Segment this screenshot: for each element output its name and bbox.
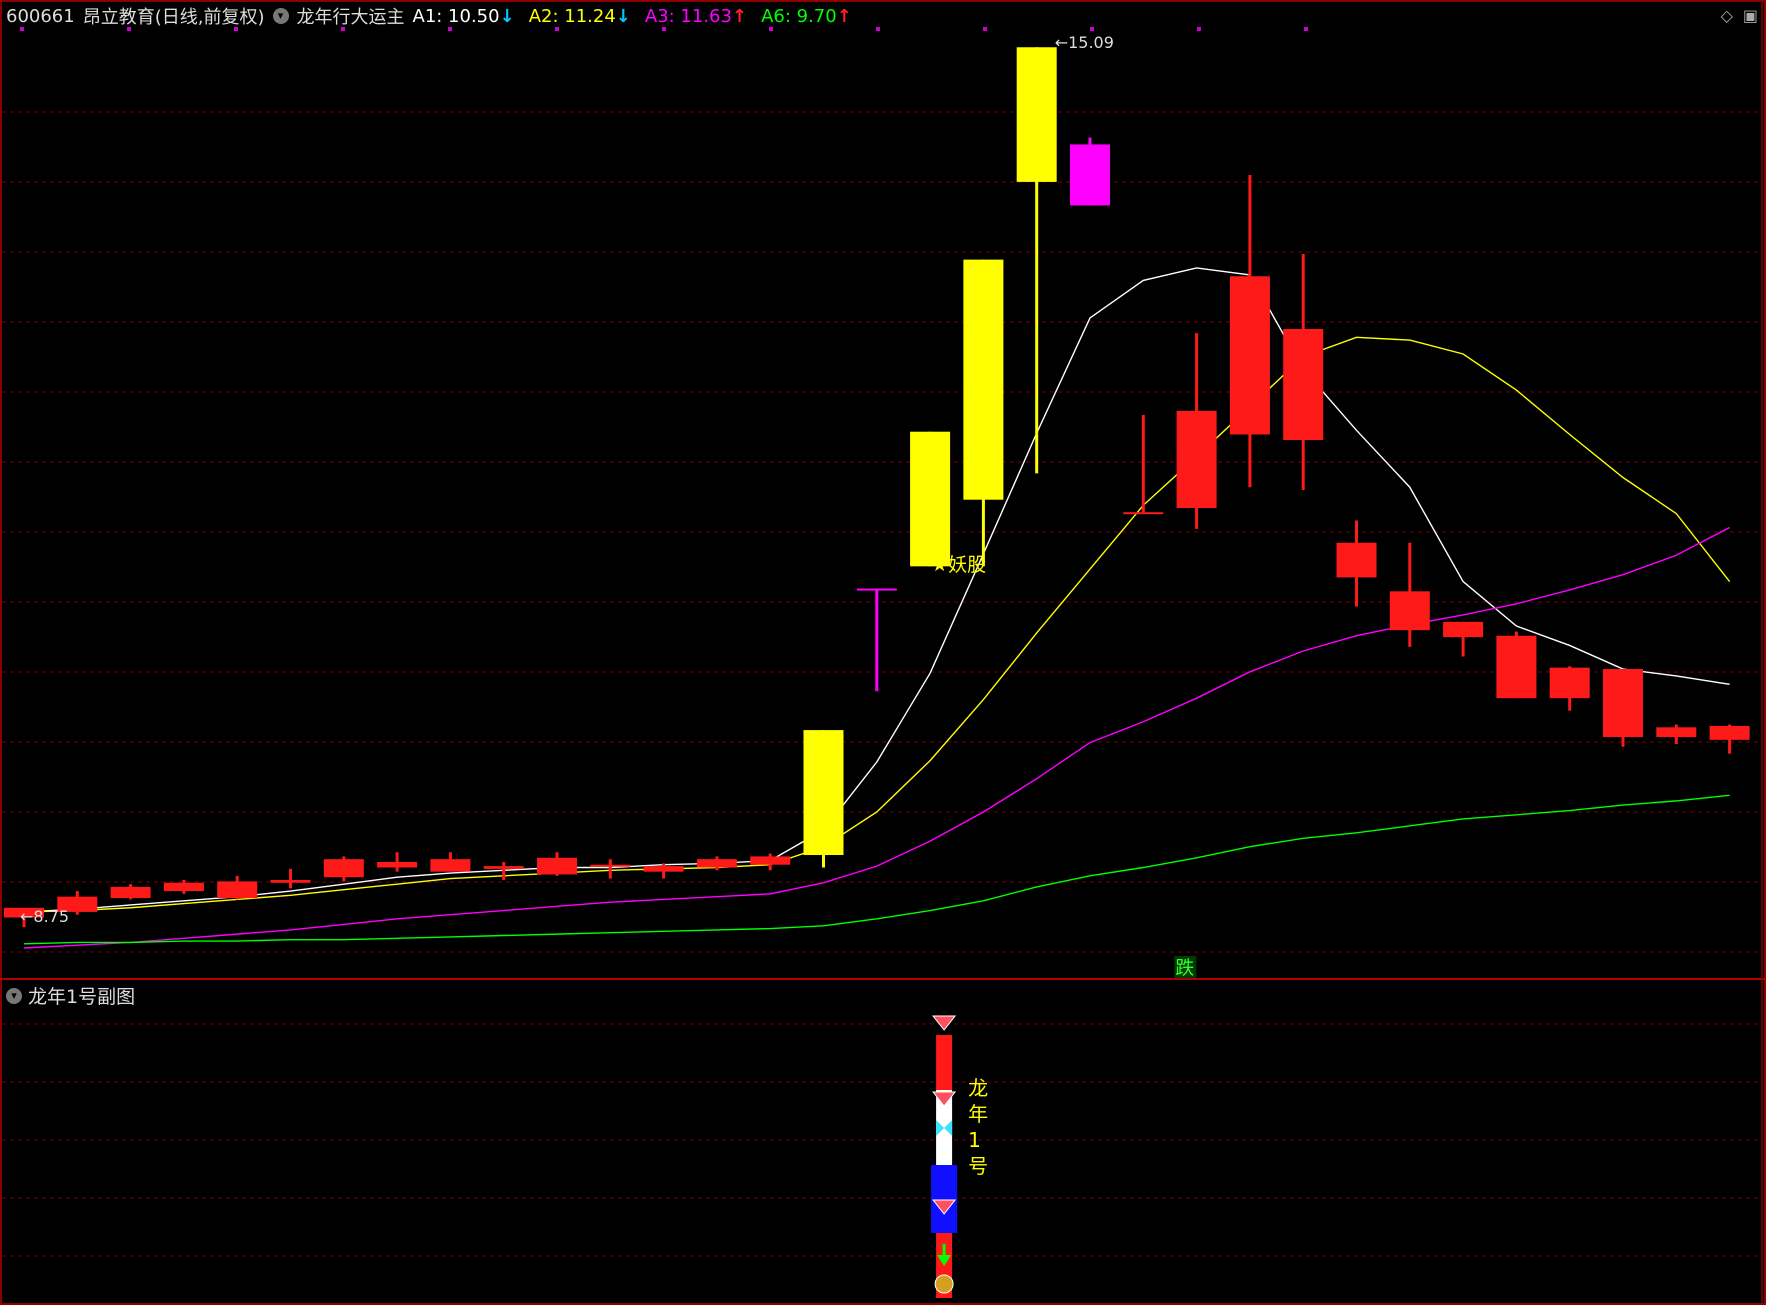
sub-vertical-label: 年 xyxy=(968,1102,988,1126)
candle-body xyxy=(1123,512,1164,515)
candle-body xyxy=(377,861,418,868)
maximize-icon[interactable]: ▣ xyxy=(1743,6,1758,25)
candle-body xyxy=(696,859,737,868)
window-controls: ◇ ▣ xyxy=(1721,6,1758,25)
sub-indicator-toggle-icon[interactable]: ▾ xyxy=(6,987,22,1004)
gem-icon xyxy=(932,1015,957,1031)
min-price-label: ←8.75 xyxy=(20,907,69,926)
sub-bar-red-top xyxy=(936,1035,953,1090)
marker-dot xyxy=(876,27,880,31)
candle-body xyxy=(803,730,844,856)
ma-line-a6 xyxy=(23,794,1730,945)
candle-body xyxy=(110,886,151,899)
candle-body xyxy=(430,859,471,872)
candle-body xyxy=(1016,47,1057,182)
indicator-name[interactable]: 龙年行大运主 xyxy=(297,3,405,29)
indicator-toggle-icon[interactable]: ▾ xyxy=(272,8,289,24)
arrow-up-icon: ↑ xyxy=(836,5,852,27)
stock-code: 600661 xyxy=(6,5,75,27)
marker-dot xyxy=(1197,27,1201,31)
indicator-value-0: A1: 10.50↓ xyxy=(413,6,515,27)
candle-body xyxy=(1656,727,1697,738)
marker-dot xyxy=(983,27,987,31)
indicator-value-text: A3: 11.63 xyxy=(644,5,732,27)
candle-body xyxy=(910,431,951,567)
sub-panel-header: ▾ 龙年1号副图 xyxy=(6,982,135,1009)
chart-canvas[interactable]: ←15.09 ←8.75 ★妖股跌龙年1号 xyxy=(0,0,1766,1305)
sub-vertical-label: 号 xyxy=(968,1154,988,1178)
candle-body xyxy=(1549,667,1590,699)
diamond-icon[interactable]: ◇ xyxy=(1721,6,1733,25)
demon-stock-label: ★妖股 xyxy=(931,554,986,576)
candle-body xyxy=(1176,410,1217,509)
indicator-value-1: A2: 11.24↓ xyxy=(529,6,631,27)
sub-panel-title[interactable]: 龙年1号副图 xyxy=(28,982,135,1009)
candle-body xyxy=(1070,144,1110,206)
candle-body xyxy=(750,856,791,865)
candle-body xyxy=(270,879,311,883)
candle-body xyxy=(483,866,524,869)
candle-body xyxy=(1229,276,1270,435)
arrow-up-icon: ↑ xyxy=(731,5,748,27)
sub-vertical-label: 1 xyxy=(968,1128,981,1152)
money-bag-icon xyxy=(934,1274,954,1294)
main-header: 600661 昂立教育(日线,前复权) ▾ 龙年行大运主 A1: 10.50↓ A… xyxy=(6,3,852,29)
indicator-value-text: A2: 11.24 xyxy=(528,5,616,27)
candle-body xyxy=(963,259,1004,500)
candle-body xyxy=(537,857,577,875)
indicator-value-text: A1: 10.50 xyxy=(412,5,500,27)
candle-body xyxy=(590,864,631,867)
max-price-label: ←15.09 xyxy=(1055,33,1114,52)
candle-body xyxy=(217,881,258,899)
indicator-value-2: A3: 11.63↑ xyxy=(645,6,747,27)
candle-body xyxy=(1496,635,1537,699)
candle-body xyxy=(1283,329,1324,441)
sub-bar-blue xyxy=(931,1165,958,1233)
indicator-value-text: A6: 9.70 xyxy=(761,5,837,27)
candle-body xyxy=(1443,621,1484,638)
marker-dot xyxy=(1090,27,1094,31)
candle-body xyxy=(643,866,684,872)
candle-body xyxy=(323,859,364,878)
candle-body xyxy=(1336,542,1377,578)
candle-body xyxy=(1389,591,1430,631)
chart-app: ←15.09 ←8.75 ★妖股跌龙年 1 号 600661 昂立教育(日线,前复权) … xyxy=(0,0,1766,1305)
candle-body xyxy=(1709,725,1750,740)
marker-dot xyxy=(1304,27,1308,31)
candle-body xyxy=(163,882,204,892)
indicator-value-3: A6: 9.70↑ xyxy=(761,6,852,27)
candle-body xyxy=(1603,669,1643,738)
arrow-down-icon: ↓ xyxy=(499,5,515,27)
indicator-values: A1: 10.50↓ A2: 11.24↓ A3: 11.63↑ A6: 9.70↑ xyxy=(413,6,852,27)
sub-vertical-label: 龙 xyxy=(968,1076,988,1100)
stock-name: 昂立教育(日线,前复权) xyxy=(82,7,265,28)
candle-body xyxy=(856,588,897,591)
fall-label: 跌 xyxy=(1175,957,1194,979)
arrow-down-icon: ↓ xyxy=(615,5,631,27)
